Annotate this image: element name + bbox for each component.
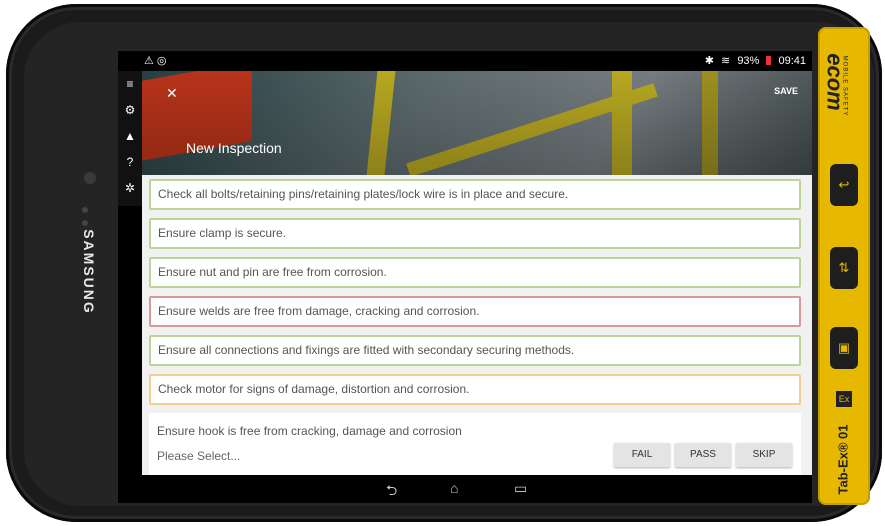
fail-button[interactable]: FAIL — [614, 443, 670, 467]
checklist-item[interactable]: Ensure nut and pin are free from corrosi… — [149, 257, 801, 288]
checklist-item[interactable]: Ensure welds are free from damage, crack… — [149, 296, 801, 327]
recents-icon[interactable]: ▭ — [514, 480, 527, 497]
settings-icon[interactable]: ✲ — [118, 175, 142, 201]
notification-icons: ⚠ ◎ — [144, 55, 167, 67]
clock: 09:41 — [778, 55, 806, 67]
battery-level: 93% — [737, 55, 760, 67]
checklist-item[interactable]: Check motor for signs of damage, distort… — [149, 374, 801, 405]
bluetooth-icon: ✱ — [704, 55, 714, 67]
ex-certification-icon: Ex — [836, 391, 852, 407]
hardware-back-button[interactable]: ↩ — [830, 164, 858, 206]
help-icon[interactable]: ? — [118, 149, 142, 175]
current-item-question: Ensure hook is free from cracking, damag… — [157, 424, 462, 438]
back-icon[interactable]: ⮌ — [386, 480, 397, 504]
hardware-app-button[interactable]: ▣ — [830, 327, 858, 369]
status-bar: ⚠ ◎ ✱ ≋ 93% 09:41 — [118, 51, 812, 71]
warning-icon[interactable]: ▲ — [118, 123, 142, 149]
battery-icon — [766, 56, 772, 65]
current-checklist-item: Ensure hook is free from cracking, damag… — [149, 413, 801, 475]
menu-icon[interactable]: ≡ — [118, 71, 142, 97]
tablet-device: SAMSUNG ⚠ ◎ ✱ ≋ 93% 09:41 ≡ ⚙ ▲ ? ✲ ✕ SA… — [6, 4, 882, 522]
checklist-item[interactable]: Ensure all connections and fixings are f… — [149, 335, 801, 366]
wifi-icon: ≋ — [721, 55, 731, 67]
ecom-logo: ecom MOBILE SAFETY — [822, 53, 848, 117]
status-indicators: ✱ ≋ 93% 09:41 — [701, 54, 806, 67]
home-icon[interactable]: ⌂ — [450, 480, 458, 496]
skip-button[interactable]: SKIP — [736, 443, 792, 467]
brand-logo: SAMSUNG — [80, 229, 97, 315]
pass-button[interactable]: PASS — [675, 443, 731, 467]
checklist-area: Check all bolts/retaining pins/retaining… — [142, 175, 812, 475]
camera-icon — [84, 172, 96, 184]
close-icon[interactable]: ✕ — [166, 85, 178, 102]
hardware-switch-button[interactable]: ⇅ — [830, 247, 858, 289]
checklist-item[interactable]: Ensure clamp is secure. — [149, 218, 801, 249]
dashboard-icon[interactable]: ⚙ — [118, 97, 142, 123]
save-button[interactable]: SAVE — [774, 86, 798, 96]
banner-overlay — [142, 71, 812, 175]
sensor-dot — [82, 207, 88, 213]
model-label: Tab-Ex® 01 — [835, 424, 851, 495]
tablet-screen: ⚠ ◎ ✱ ≋ 93% 09:41 ≡ ⚙ ▲ ? ✲ ✕ SAVE New I… — [118, 51, 812, 503]
header-banner: ✕ SAVE New Inspection — [142, 71, 812, 175]
android-nav-bar: ⮌ ⌂ ▭ — [118, 475, 812, 503]
result-select[interactable]: Please Select... — [157, 449, 240, 463]
page-title: New Inspection — [186, 140, 282, 156]
side-nav-rail: ≡ ⚙ ▲ ? ✲ — [118, 71, 142, 206]
side-panel: ecom MOBILE SAFETY ↩ ⇅ ▣ Ex Tab-Ex® 01 — [818, 27, 870, 505]
checklist-item[interactable]: Check all bolts/retaining pins/retaining… — [149, 179, 801, 210]
